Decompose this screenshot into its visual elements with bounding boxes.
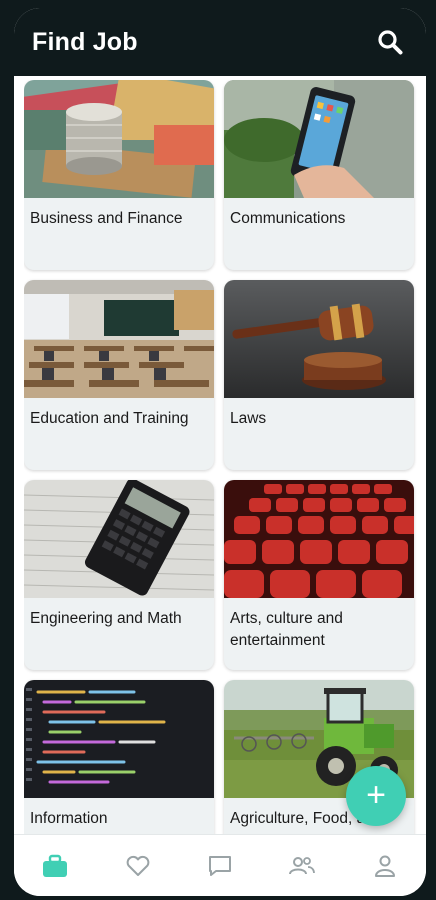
laws-image	[224, 280, 414, 398]
category-card-education-training[interactable]: Education and Training	[24, 280, 214, 470]
nav-profile[interactable]	[365, 846, 405, 886]
plus-icon: +	[366, 775, 386, 814]
nav-messages[interactable]	[200, 846, 240, 886]
heart-icon	[126, 855, 149, 876]
add-button[interactable]: +	[346, 766, 406, 826]
nav-favorites[interactable]	[118, 846, 158, 886]
briefcase-icon	[43, 854, 68, 877]
search-button[interactable]	[374, 26, 406, 58]
category-card-engineering-math[interactable]: Engineering and Math	[24, 480, 214, 670]
category-label: Engineering and Math	[30, 610, 182, 627]
education-training-image	[24, 280, 214, 398]
nav-jobs[interactable]	[35, 846, 75, 886]
category-grid: Business and Finance Communications Educ…	[24, 80, 418, 836]
communications-image	[224, 80, 414, 198]
category-label: Arts, culture and entertainment	[230, 610, 343, 649]
information-image	[24, 680, 214, 798]
category-card-business-finance[interactable]: Business and Finance	[24, 80, 214, 270]
app-screen: Find Job Business and Finance Communicat…	[14, 8, 426, 896]
chat-icon	[208, 855, 231, 876]
bottom-navigation	[14, 834, 426, 896]
category-label: Communications	[230, 210, 346, 227]
search-icon	[378, 30, 403, 55]
people-icon	[289, 856, 316, 874]
nav-community[interactable]	[282, 846, 322, 886]
arts-culture-image	[224, 480, 414, 598]
app-header: Find Job	[14, 8, 426, 76]
category-label: Education and Training	[30, 410, 189, 427]
business-finance-image	[24, 80, 214, 198]
person-icon	[374, 855, 395, 877]
category-label: Laws	[230, 410, 267, 427]
category-card-laws[interactable]: Laws	[224, 280, 414, 470]
category-label: Information	[30, 810, 108, 827]
page-title: Find Job	[32, 27, 138, 56]
category-card-communications[interactable]: Communications	[224, 80, 414, 270]
category-card-arts-culture[interactable]: Arts, culture and entertainment	[224, 480, 414, 670]
category-label: Business and Finance	[30, 210, 183, 227]
engineering-math-image	[24, 480, 214, 598]
category-card-information[interactable]: Information	[24, 680, 214, 836]
